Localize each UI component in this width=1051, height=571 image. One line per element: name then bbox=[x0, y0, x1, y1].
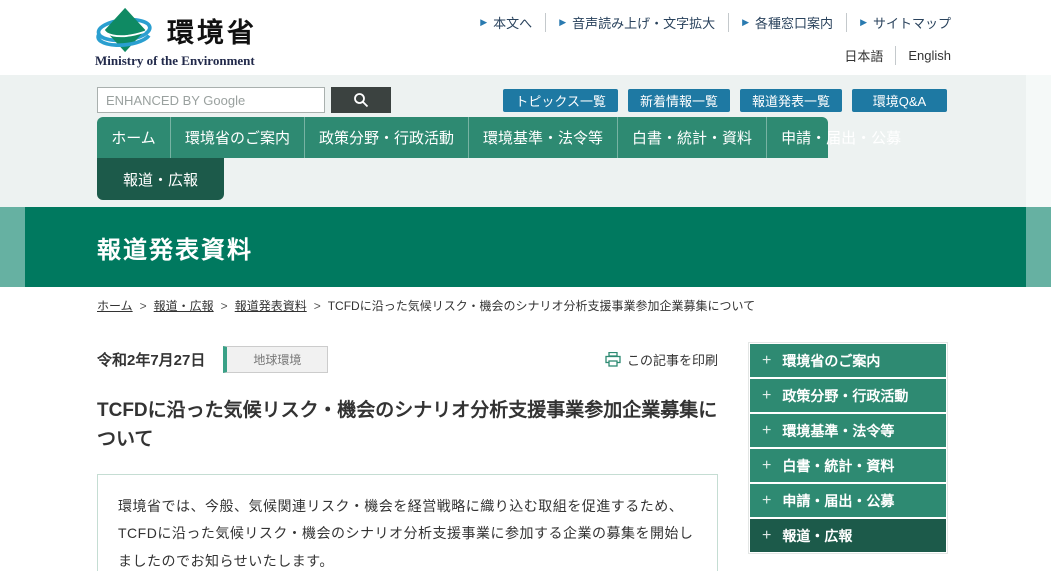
banner-right-strip bbox=[1026, 207, 1051, 287]
plus-icon: + bbox=[762, 457, 771, 475]
sidebar-item-standards[interactable]: + 環境基準・法令等 bbox=[750, 414, 946, 447]
printer-icon bbox=[605, 352, 621, 367]
ministry-logo[interactable]: 環境省 Ministry of the Environment bbox=[95, 7, 257, 69]
triangle-icon: ▶ bbox=[742, 17, 749, 28]
logo-subtitle: Ministry of the Environment bbox=[95, 53, 257, 69]
sidebar-item-about[interactable]: + 環境省のご案内 bbox=[750, 344, 946, 377]
breadcrumb-current: TCFDに沿った気候リスク・機会のシナリオ分析支援事業参加企業募集について bbox=[328, 299, 755, 313]
environment-ministry-logo-icon bbox=[95, 7, 157, 53]
lang-link-japanese[interactable]: 日本語 bbox=[832, 46, 896, 65]
utility-nav: ▶ 本文へ ▶ 音声読み上げ・文字拡大 ▶ 各種窓口案内 ▶ サイトマップ 日本… bbox=[467, 13, 951, 65]
logo-title: 環境省 bbox=[167, 11, 257, 50]
article-meta-row: 令和2年7月27日 地球環境 この記事を印刷 bbox=[97, 346, 718, 373]
sidebar-item-label: 環境基準・法令等 bbox=[782, 421, 894, 441]
nav-item-press-active[interactable]: 報道・広報 bbox=[97, 158, 224, 200]
sidebar-item-label: 政策分野・行政活動 bbox=[782, 386, 908, 406]
utility-link-accessibility[interactable]: ▶ 音声読み上げ・文字拡大 bbox=[546, 13, 729, 32]
site-search bbox=[97, 87, 391, 113]
utility-link-label: 音声読み上げ・文字拡大 bbox=[572, 13, 715, 32]
triangle-icon: ▶ bbox=[860, 17, 867, 28]
language-switcher: 日本語 English bbox=[467, 46, 951, 65]
nav-item-about[interactable]: 環境省のご案内 bbox=[170, 117, 304, 158]
utility-link-sitemap[interactable]: ▶ サイトマップ bbox=[847, 13, 951, 32]
nav-item-policy[interactable]: 政策分野・行政活動 bbox=[304, 117, 468, 158]
triangle-icon: ▶ bbox=[559, 17, 566, 28]
nav-item-applications[interactable]: 申請・届出・公募 bbox=[766, 117, 915, 158]
search-button[interactable] bbox=[331, 87, 391, 113]
breadcrumb-separator: > bbox=[140, 299, 147, 313]
banner-left-strip bbox=[0, 207, 25, 287]
plus-icon: + bbox=[762, 387, 771, 405]
global-nav: ホーム 環境省のご案内 政策分野・行政活動 環境基準・法令等 白書・統計・資料 … bbox=[97, 117, 828, 158]
triangle-icon: ▶ bbox=[480, 17, 487, 28]
utility-link-contact[interactable]: ▶ 各種窓口案内 bbox=[729, 13, 847, 32]
article-column: 令和2年7月27日 地球環境 この記事を印刷 TCFDに沿った気候リスク・機会の… bbox=[97, 314, 718, 571]
content-area: 令和2年7月27日 地球環境 この記事を印刷 TCFDに沿った気候リスク・機会の… bbox=[0, 314, 1051, 571]
sidebar-item-label: 白書・統計・資料 bbox=[782, 456, 894, 476]
sidebar-menu: + 環境省のご案内 + 政策分野・行政活動 + 環境基準・法令等 + 白書・統計… bbox=[748, 342, 948, 554]
category-tag[interactable]: 地球環境 bbox=[223, 346, 328, 373]
breadcrumb-link-home[interactable]: ホーム bbox=[97, 299, 133, 313]
page-banner: 報道発表資料 bbox=[0, 207, 1051, 287]
sidebar-item-label: 申請・届出・公募 bbox=[782, 491, 894, 511]
sidebar-item-label: 環境省のご案内 bbox=[782, 351, 880, 371]
band-right-strip bbox=[1026, 75, 1051, 207]
utility-link-label: サイトマップ bbox=[873, 13, 951, 32]
sidebar-item-label: 報道・広報 bbox=[782, 526, 852, 546]
print-article-link[interactable]: この記事を印刷 bbox=[605, 350, 718, 369]
breadcrumb-separator: > bbox=[221, 299, 228, 313]
sidebar-item-applications[interactable]: + 申請・届出・公募 bbox=[750, 484, 946, 517]
sidebar-item-policy[interactable]: + 政策分野・行政活動 bbox=[750, 379, 946, 412]
article-title: TCFDに沿った気候リスク・機会のシナリオ分析支援事業参加企業募集について bbox=[97, 397, 718, 454]
plus-icon: + bbox=[762, 422, 771, 440]
press-release-list-button[interactable]: 報道発表一覧 bbox=[740, 89, 842, 112]
article-date: 令和2年7月27日 bbox=[97, 349, 205, 370]
breadcrumb-separator: > bbox=[314, 299, 321, 313]
nav-item-home[interactable]: ホーム bbox=[97, 117, 170, 158]
article-body-text: 環境省では、今般、気候関連リスク・機会を経営戦略に織り込む取組を促進するため、T… bbox=[118, 498, 694, 569]
plus-icon: + bbox=[762, 352, 771, 370]
quick-buttons: トピックス一覧 新着情報一覧 報道発表一覧 環境Q&A bbox=[493, 89, 947, 112]
site-header: 環境省 Ministry of the Environment ▶ 本文へ ▶ … bbox=[0, 0, 1051, 75]
print-link-label: この記事を印刷 bbox=[627, 350, 718, 369]
article-body-box: 環境省では、今般、気候関連リスク・機会を経営戦略に織り込む取組を促進するため、T… bbox=[97, 474, 718, 571]
page-title: 報道発表資料 bbox=[97, 207, 253, 287]
utility-link-label: 各種窓口案内 bbox=[755, 13, 833, 32]
magnifier-icon bbox=[353, 92, 369, 108]
utility-link-label: 本文へ bbox=[493, 13, 532, 32]
breadcrumb-link-press[interactable]: 報道・広報 bbox=[154, 299, 214, 313]
search-input[interactable] bbox=[97, 87, 325, 113]
environment-qa-button[interactable]: 環境Q&A bbox=[852, 89, 947, 112]
nav-item-whitepapers[interactable]: 白書・統計・資料 bbox=[617, 117, 766, 158]
sidebar-item-press[interactable]: + 報道・広報 bbox=[750, 519, 946, 552]
nav-item-standards[interactable]: 環境基準・法令等 bbox=[468, 117, 617, 158]
breadcrumb: ホーム > 報道・広報 > 報道発表資料 > TCFDに沿った気候リスク・機会のシナリオ分析… bbox=[97, 297, 951, 314]
plus-icon: + bbox=[762, 527, 771, 545]
topics-list-button[interactable]: トピックス一覧 bbox=[503, 89, 618, 112]
search-nav-band: トピックス一覧 新着情報一覧 報道発表一覧 環境Q&A ホーム 環境省のご案内 … bbox=[0, 75, 1051, 207]
plus-icon: + bbox=[762, 492, 771, 510]
breadcrumb-link-press-releases[interactable]: 報道発表資料 bbox=[235, 299, 307, 313]
utility-link-main-content[interactable]: ▶ 本文へ bbox=[467, 13, 546, 32]
new-info-list-button[interactable]: 新着情報一覧 bbox=[628, 89, 730, 112]
sidebar-item-whitepapers[interactable]: + 白書・統計・資料 bbox=[750, 449, 946, 482]
lang-link-english[interactable]: English bbox=[896, 48, 951, 63]
